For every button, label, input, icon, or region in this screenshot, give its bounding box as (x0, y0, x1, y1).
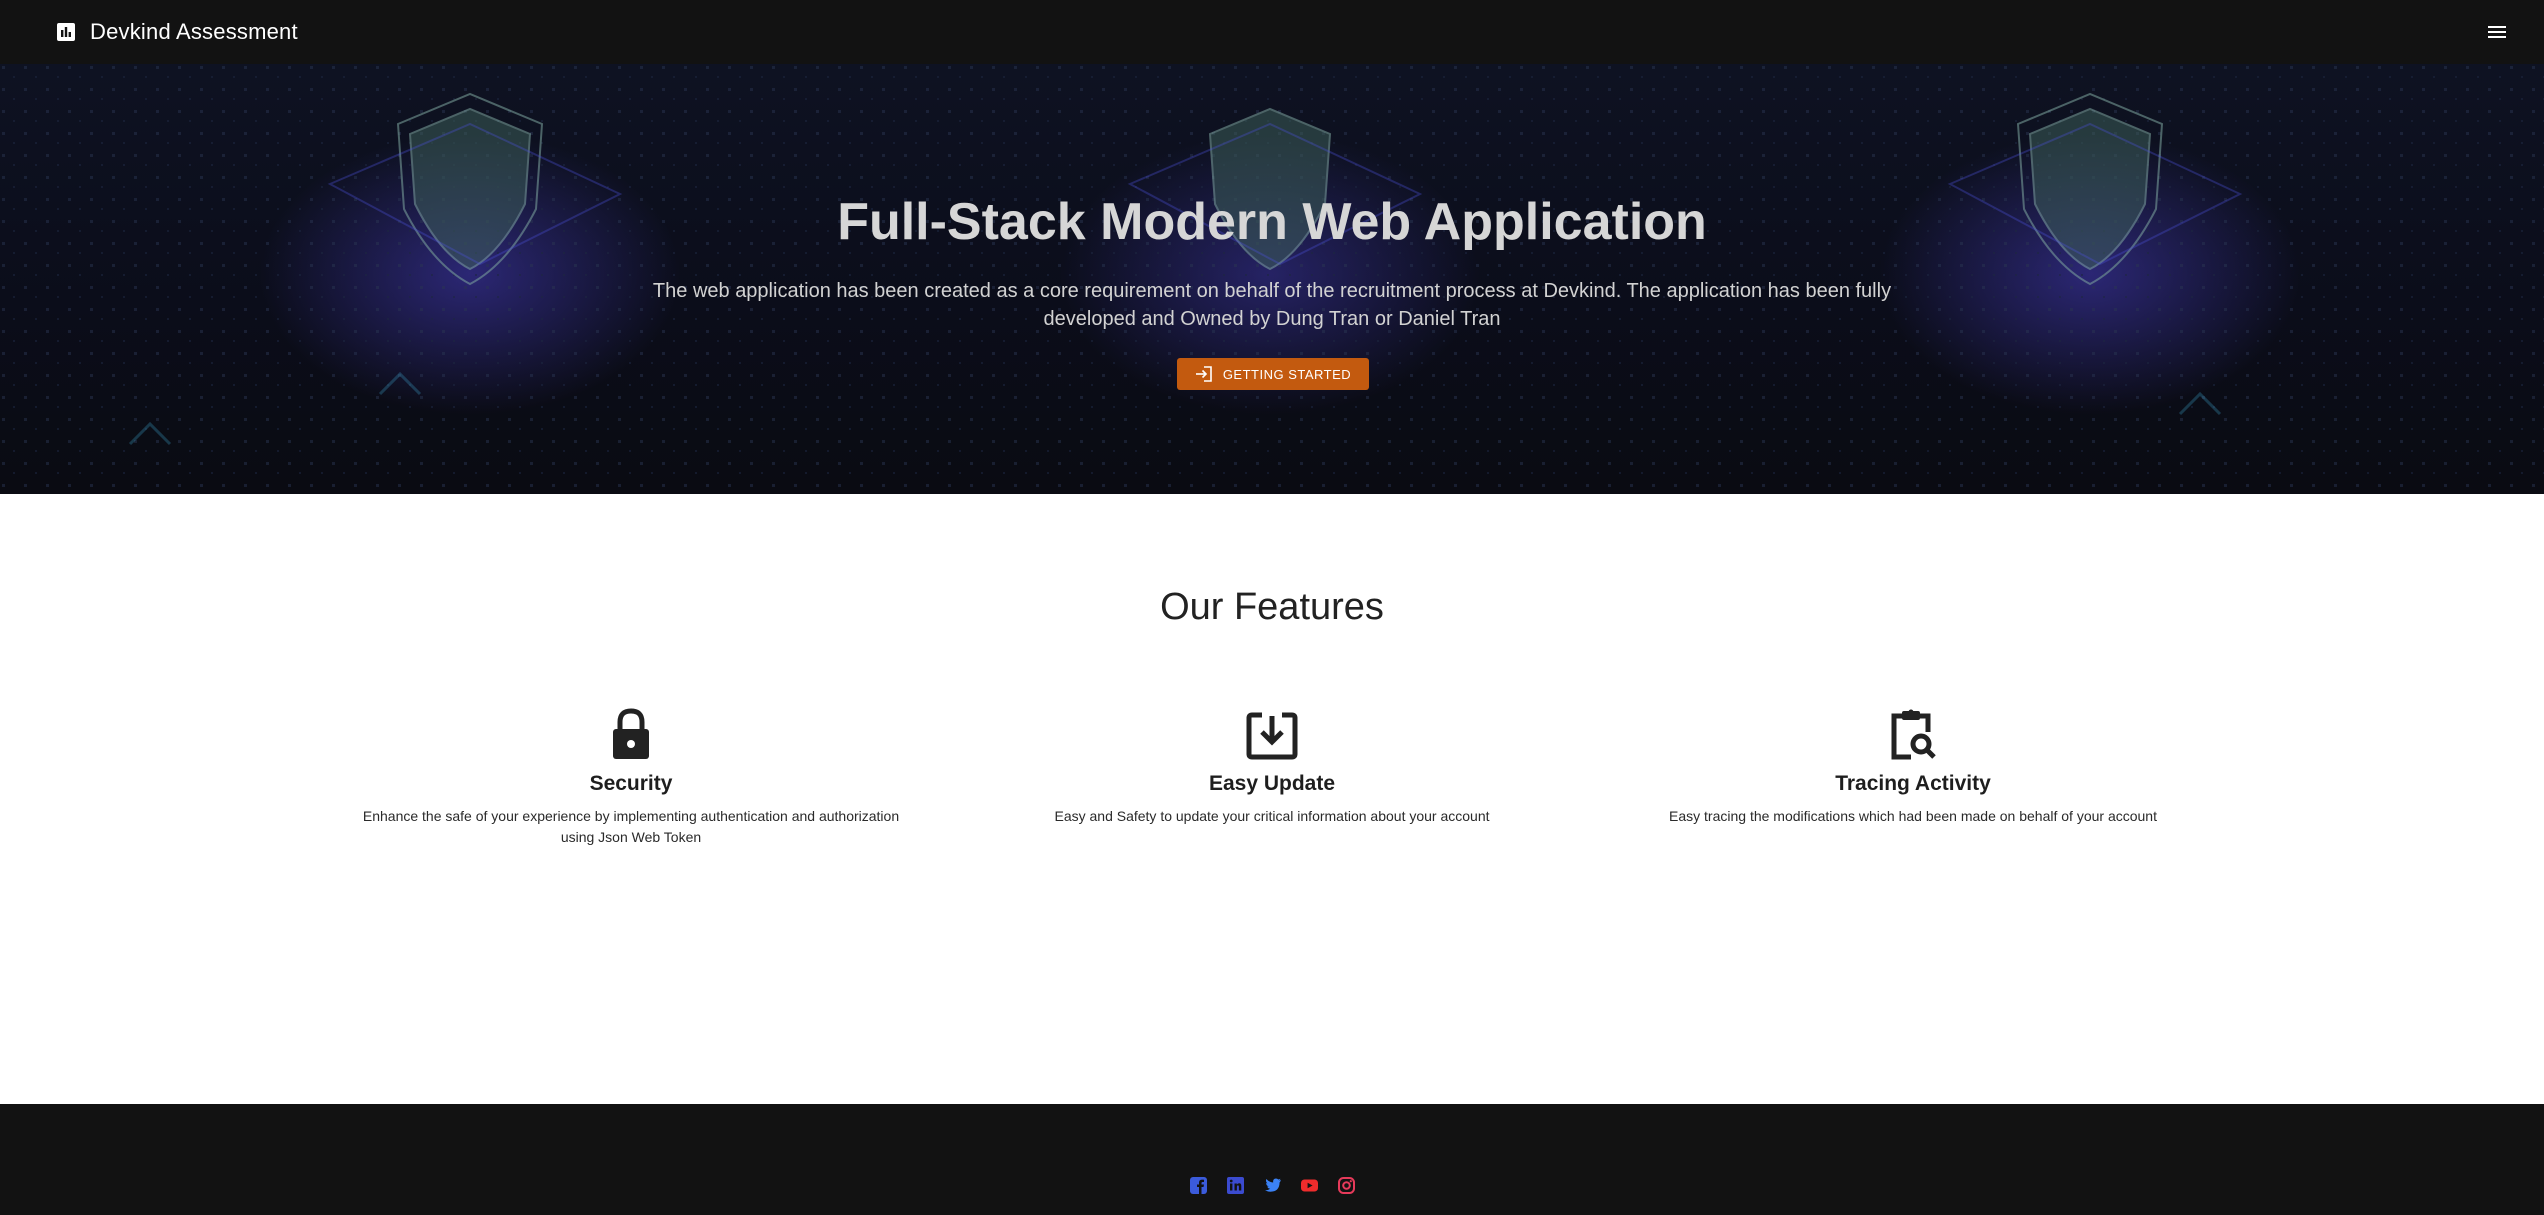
app-bar: Devkind Assessment (0, 0, 2544, 64)
footer (0, 1104, 2544, 1215)
feature-card-easy-update: Easy Update Easy and Safety to update yo… (992, 700, 1552, 827)
social-links (0, 1176, 2544, 1195)
feature-card-security: Security Enhance the safe of your experi… (351, 700, 911, 848)
getting-started-label: GETTING STARTED (1222, 366, 1352, 382)
getting-started-button[interactable]: GETTING STARTED (1177, 358, 1369, 390)
twitter-icon[interactable] (1263, 1176, 1282, 1195)
hamburger-menu-icon (2488, 25, 2506, 39)
login-icon (1195, 366, 1213, 382)
bar-chart-icon (56, 22, 76, 42)
feature-description: Easy and Safety to update your critical … (1054, 808, 1490, 824)
linkedin-icon[interactable] (1226, 1176, 1245, 1195)
hero-section: Full-Stack Modern Web Application The we… (0, 64, 2544, 494)
feature-title: Easy Update (1208, 772, 1336, 795)
feature-title: Tracing Activity (1835, 772, 1991, 795)
hero-description: The web application has been created as … (652, 280, 1892, 330)
features-title: Our Features (1160, 586, 1384, 628)
app-title: Devkind Assessment (90, 19, 298, 44)
facebook-icon[interactable] (1189, 1176, 1208, 1195)
feature-card-tracing-activity: Tracing Activity Easy tracing the modifi… (1633, 700, 2193, 827)
lock-icon (351, 700, 911, 760)
download-box-icon (992, 700, 1552, 760)
feature-description: Enhance the safe of your experience by i… (362, 808, 900, 845)
youtube-icon[interactable] (1300, 1176, 1319, 1195)
feature-title: Security (589, 772, 673, 795)
instagram-icon[interactable] (1337, 1176, 1356, 1195)
clipboard-search-icon (1633, 700, 2193, 760)
hero-title: Full-Stack Modern Web Application (837, 193, 1707, 251)
menu-button[interactable] (2484, 19, 2510, 45)
brand[interactable]: Devkind Assessment (56, 19, 298, 45)
feature-description: Easy tracing the modifications which had… (1669, 808, 2157, 824)
hero-content: Full-Stack Modern Web Application The we… (0, 64, 2544, 494)
